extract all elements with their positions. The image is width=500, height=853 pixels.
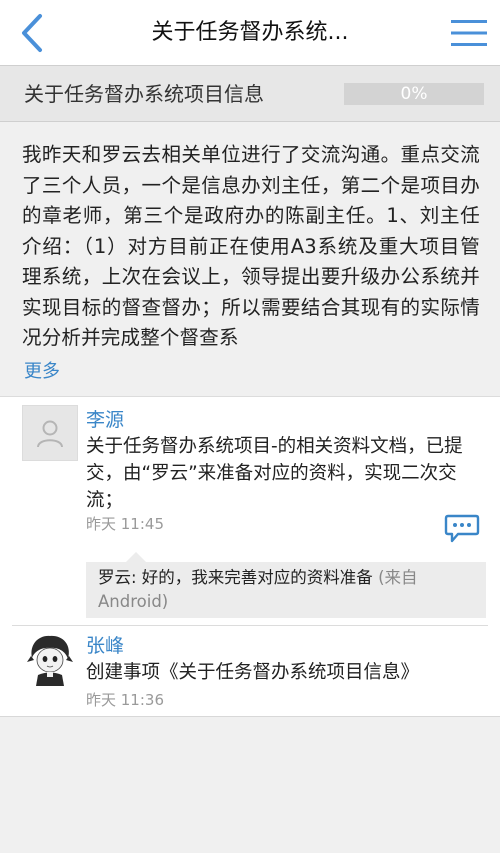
- project-info-bar: 关于任务督办系统项目信息 0%: [0, 66, 500, 122]
- feed-item: 李源 关于任务督办系统项目-的相关资料文档，已提交，由“罗云”来准备对应的资料，…: [0, 397, 500, 622]
- item-divider: [12, 625, 488, 626]
- menu-button[interactable]: [448, 12, 490, 54]
- page-title: 关于任务督办系统...: [151, 20, 349, 45]
- author-name[interactable]: 张峰: [86, 631, 124, 658]
- feed-item-content: 创建事项《关于任务督办系统项目信息》: [86, 662, 420, 683]
- reply-body: 罗云: 好的，我来完善对应的资料准备: [98, 568, 373, 587]
- default-user-icon: [37, 420, 63, 448]
- back-button[interactable]: [10, 10, 54, 56]
- author-name[interactable]: 李源: [86, 405, 124, 432]
- comment-bubble-icon: [444, 514, 480, 543]
- reply-text: 罗云: 好的，我来完善对应的资料准备 (来自Android): [98, 566, 478, 614]
- description-text: 我昨天和罗云去相关单位进行了交流沟通。重点交流了三个人员，一个是信息办刘主任，第…: [22, 143, 480, 349]
- chevron-left-icon: [22, 14, 42, 52]
- feed-item: 张峰 创建事项《关于任务督办系统项目信息》 昨天 11:36: [0, 629, 500, 714]
- project-title: 关于任务督办系统项目信息: [24, 82, 264, 106]
- progress-bar: 0%: [344, 83, 484, 105]
- feed-item-time: 昨天 11:45: [86, 515, 164, 533]
- avatar[interactable]: [22, 405, 78, 461]
- activity-feed: 李源 关于任务督办系统项目-的相关资料文档，已提交，由“罗云”来准备对应的资料，…: [0, 397, 500, 717]
- description-section: 我昨天和罗云去相关单位进行了交流沟通。重点交流了三个人员，一个是信息办刘主任，第…: [0, 122, 500, 397]
- more-link[interactable]: 更多: [24, 357, 60, 383]
- reply-comment: 罗云: 好的，我来完善对应的资料准备 (来自Android): [86, 552, 486, 618]
- app-header: 关于任务督办系统...: [0, 0, 500, 66]
- cartoon-avatar-icon: [23, 632, 77, 686]
- feed-item-time: 昨天 11:36: [86, 691, 164, 709]
- feed-item-content: 关于任务督办系统项目-的相关资料文档，已提交，由“罗云”来准备对应的资料，实现二…: [86, 436, 463, 511]
- progress-label: 0%: [400, 84, 428, 104]
- avatar[interactable]: [22, 631, 78, 687]
- hamburger-menu-icon: [451, 20, 487, 46]
- reply-caret: [126, 552, 146, 562]
- comment-button[interactable]: [444, 513, 480, 545]
